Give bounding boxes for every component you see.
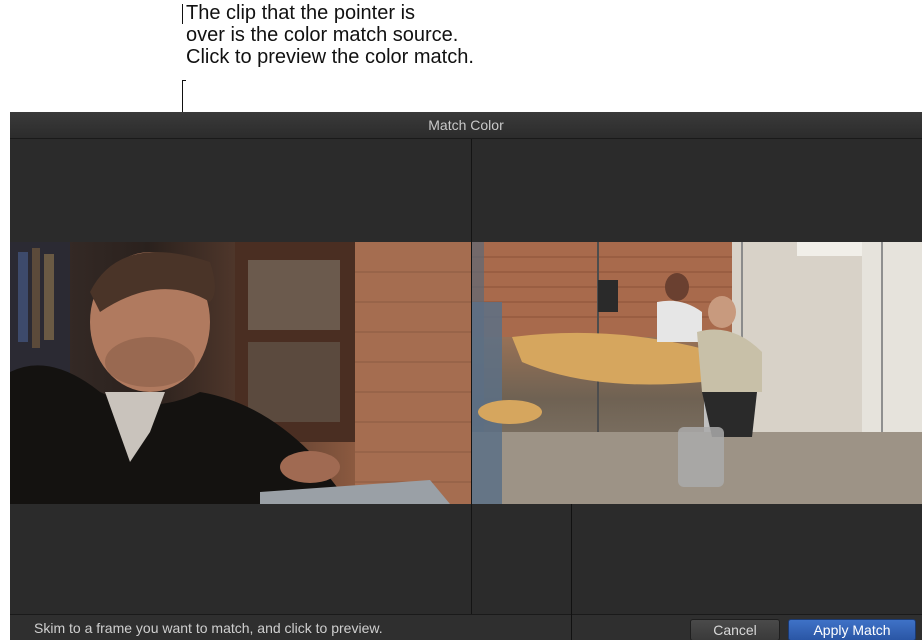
callout-annotation: The clip that the pointer is over is the… xyxy=(186,2,546,68)
callout-line-2: over is the color match source. xyxy=(186,24,459,46)
callout-line-3: Click to preview the color match. xyxy=(186,46,474,68)
cancel-button[interactable]: Cancel xyxy=(690,619,780,640)
window-title: Match Color xyxy=(10,112,922,139)
bottom-bar: Skim to a frame you want to match, and c… xyxy=(10,614,922,640)
apply-match-button[interactable]: Apply Match xyxy=(788,619,916,640)
target-clip-image xyxy=(472,242,922,504)
callout-line-1: The clip that the pointer is xyxy=(186,2,416,24)
target-clip-frame xyxy=(472,242,922,504)
status-instructions: Skim to a frame you want to match, and c… xyxy=(34,620,383,636)
source-viewer[interactable] xyxy=(10,139,471,614)
source-clip-frame[interactable] xyxy=(10,242,471,504)
match-color-window: Match Color Skim to a frame you want to … xyxy=(10,112,922,640)
source-clip-image xyxy=(10,242,471,504)
callout-leader-bottom xyxy=(571,504,572,640)
target-viewer xyxy=(472,139,922,614)
callout-leader-top xyxy=(182,4,183,24)
